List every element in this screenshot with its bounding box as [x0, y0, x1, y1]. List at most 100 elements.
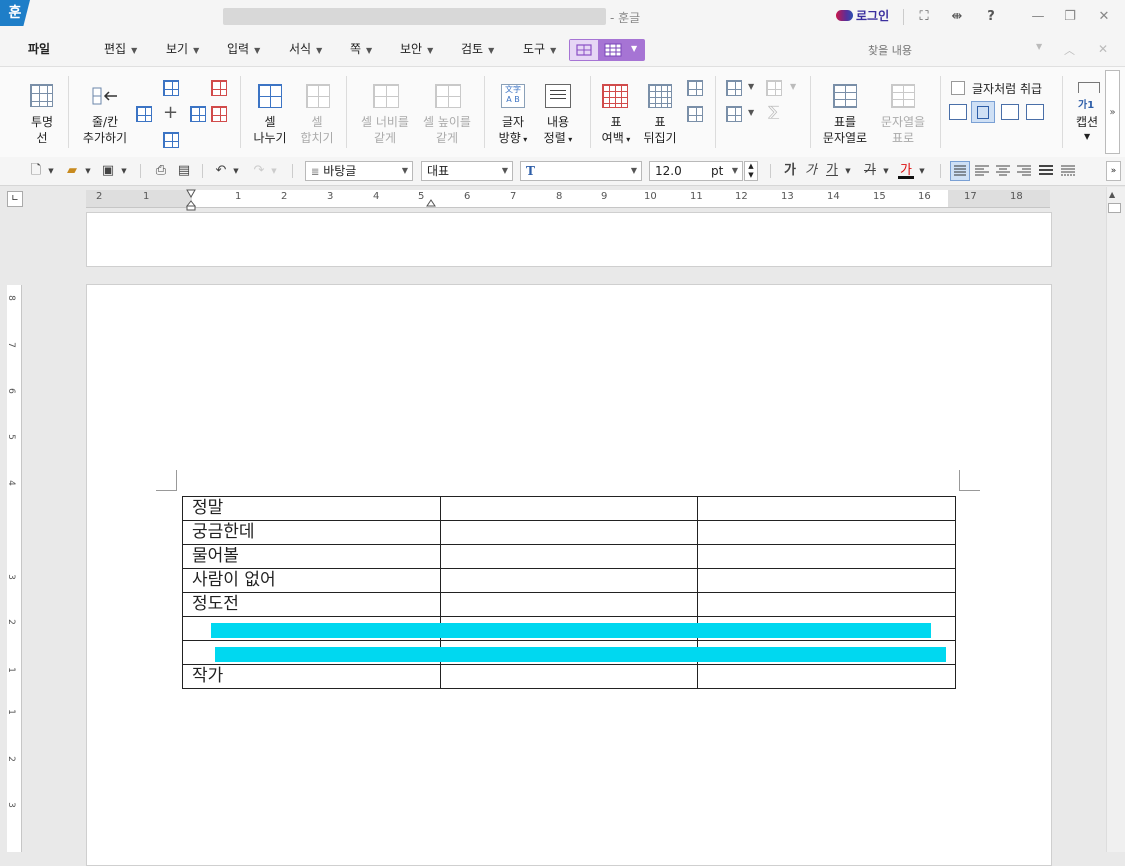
table-cell[interactable] [697, 664, 956, 689]
chevron-down-icon[interactable]: ▼ [120, 163, 128, 179]
redo-icon[interactable]: ↷ [250, 163, 268, 179]
print-preview-icon[interactable]: ▤ [175, 163, 193, 179]
ribbon-more-button[interactable]: » [1105, 70, 1120, 154]
underline-button[interactable]: 가 [824, 163, 840, 179]
chevron-down-icon[interactable]: ▼ [748, 82, 754, 91]
menu-format[interactable]: 서식 ▼ [289, 40, 322, 58]
find-close-icon[interactable]: ✕ [1098, 42, 1108, 56]
table-cell[interactable] [697, 520, 956, 545]
table-cell[interactable] [440, 568, 698, 593]
wrap-top-bottom-icon[interactable] [971, 101, 995, 123]
restore-icon[interactable]: ❐ [1059, 8, 1081, 26]
open-folder-icon[interactable]: ▰ [63, 163, 81, 179]
chevron-down-icon[interactable]: ▼ [844, 163, 852, 179]
menu-edit[interactable]: 편집 ▼ [104, 40, 137, 58]
scroll-up-icon[interactable]: ▲ [1109, 190, 1115, 199]
align-center-button[interactable] [994, 162, 1012, 183]
delete-row-icon[interactable] [211, 80, 227, 96]
fullscreen-icon[interactable]: ⛶ [913, 8, 935, 26]
sum-icon[interactable]: ⅀ [768, 104, 779, 120]
font-color-button[interactable]: 가 [898, 163, 914, 179]
content-align-button[interactable]: 내용 정렬 ▾ [536, 80, 580, 152]
tab-drawing-tools[interactable] [570, 40, 598, 60]
menu-insert[interactable]: 입력 ▼ [227, 40, 260, 58]
align-right-button[interactable] [1015, 162, 1033, 183]
wrap-square-icon[interactable] [949, 104, 967, 120]
save-icon[interactable]: ▣ [100, 163, 116, 179]
table-cell[interactable] [440, 496, 698, 521]
chevron-down-icon[interactable]: ▼ [232, 163, 240, 179]
fit-width-icon[interactable]: ⇼ [946, 8, 968, 26]
align-left-button[interactable] [973, 162, 991, 183]
split-cell-button[interactable]: 셀 나누기 [246, 80, 294, 152]
table-cell[interactable] [440, 520, 698, 545]
right-indent-marker-icon[interactable] [426, 198, 436, 212]
find-input[interactable] [866, 39, 1052, 61]
close-icon[interactable]: ✕ [1093, 8, 1115, 26]
italic-button[interactable]: 가 [803, 163, 819, 179]
indent-marker-icon[interactable] [185, 189, 197, 211]
chevron-down-icon[interactable]: ▼ [270, 163, 278, 179]
delete-col-icon[interactable] [211, 106, 227, 122]
equal-height-button[interactable]: 셀 높이를 같게 [417, 80, 477, 152]
insert-above-icon[interactable] [163, 80, 179, 96]
table-cell[interactable]: 작가 [182, 664, 441, 689]
chevron-down-icon[interactable]: ▼ [47, 163, 55, 179]
table-cell[interactable]: 정말 [182, 496, 441, 521]
strikethrough-button[interactable]: 가 [862, 163, 878, 179]
menu-review[interactable]: 검토 ▼ [461, 40, 494, 58]
ruler-corner-button[interactable]: ∟ [7, 191, 23, 207]
horizontal-ruler[interactable] [86, 190, 1050, 208]
table-cell[interactable] [440, 592, 698, 617]
table-flip-button[interactable]: 표 뒤집기 [638, 80, 682, 152]
distribute-button[interactable] [1037, 162, 1055, 183]
equal-width-button[interactable]: 셀 너비를 같게 [355, 80, 415, 152]
insert-below-icon[interactable] [163, 132, 179, 148]
minimize-icon[interactable]: — [1027, 8, 1049, 26]
add-row-col-button[interactable]: 줄/칸 추가하기 [75, 80, 135, 152]
align-justify-button[interactable] [950, 161, 970, 181]
vertical-scrollbar[interactable] [1106, 187, 1125, 852]
new-document-icon[interactable]: 🗋 [28, 163, 44, 179]
insert-right-icon[interactable] [190, 106, 206, 122]
font-select[interactable]: T ▼ [520, 161, 642, 181]
vertical-ruler[interactable] [7, 285, 22, 852]
text-direction-button[interactable]: 文字 A B 글자 방향 ▾ [493, 80, 533, 152]
bold-button[interactable]: 가 [782, 163, 798, 179]
table-margin-button[interactable]: 표 여백 ▾ [596, 80, 636, 152]
font-lang-select[interactable]: 대표 ▼ [421, 161, 513, 181]
cell-block-icon[interactable] [726, 106, 742, 122]
help-icon[interactable]: ? [980, 8, 1002, 26]
table-cell[interactable] [440, 664, 698, 689]
insert-left-icon[interactable] [136, 106, 152, 122]
menu-tools[interactable]: 도구 ▼ [523, 40, 556, 58]
toolbar-more-button[interactable]: » [1106, 161, 1121, 181]
find-dropdown-icon[interactable]: ▼ [1036, 42, 1042, 51]
menu-page[interactable]: 쪽 ▼ [350, 40, 372, 58]
table-cell[interactable] [440, 544, 698, 569]
font-size-select[interactable]: 12.0 pt ▼ [649, 161, 743, 181]
chevron-down-icon[interactable]: ▼ [790, 82, 796, 91]
caption-button[interactable]: 가1 캡션 ▼ [1072, 80, 1102, 152]
text-to-table-button[interactable]: 문자열을 표로 [876, 80, 930, 152]
table-cell[interactable] [697, 568, 956, 593]
scroll-thumb[interactable] [1108, 203, 1121, 213]
tab-dropdown-icon[interactable]: ▼ [631, 44, 637, 53]
chevron-down-icon[interactable]: ▼ [84, 163, 92, 179]
treat-as-char-checkbox[interactable] [951, 81, 965, 95]
table-cell[interactable]: 정도전 [182, 592, 441, 617]
undo-icon[interactable]: ↶ [212, 163, 230, 179]
transparent-line-button[interactable]: 투명 선 [20, 80, 64, 152]
split-align-button[interactable] [1059, 162, 1077, 183]
table-cell[interactable]: 물어볼 [182, 544, 441, 569]
font-size-stepper[interactable]: ▲ ▼ [744, 161, 758, 181]
login-button[interactable]: 로그인 [836, 6, 889, 24]
table-to-text-button[interactable]: 표를 문자열로 [818, 80, 872, 152]
formula-icon[interactable] [766, 80, 782, 96]
chevron-down-icon[interactable]: ▼ [918, 163, 926, 179]
menu-security[interactable]: 보안 ▼ [400, 40, 433, 58]
table-cell[interactable]: 궁금한데 [182, 520, 441, 545]
table-cell[interactable] [697, 544, 956, 569]
wrap-behind-icon[interactable] [1026, 104, 1044, 120]
table-cell[interactable]: 사람이 없어 [182, 568, 441, 593]
